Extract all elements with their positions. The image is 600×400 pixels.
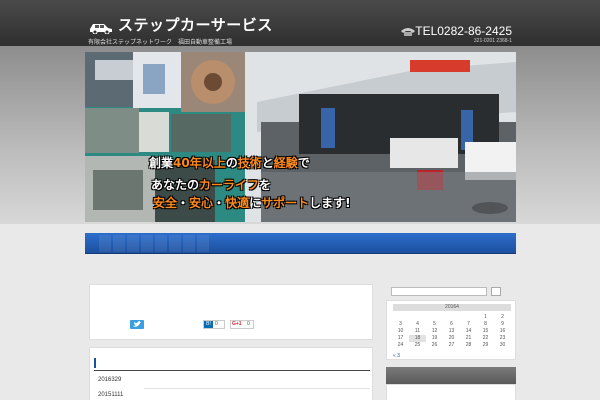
search-input[interactable] [391, 287, 487, 296]
calendar-day: 13 [448, 328, 455, 334]
calendar-day: 20 [448, 335, 455, 341]
calendar-day: 5 [433, 321, 436, 327]
calendar-day: 17 [397, 335, 404, 341]
sidebar-widget-header [386, 367, 516, 384]
divider [94, 370, 370, 371]
nav-item[interactable] [183, 235, 195, 252]
calendar-day: 29 [482, 342, 489, 348]
calendar-day: 10 [397, 328, 404, 334]
calendar-day: 11 [414, 328, 421, 334]
divider [144, 388, 370, 389]
calendar-day: 21 [465, 335, 472, 341]
site-header: ステップカーサービス 有限会社ステップネットワーク 福田自動車整備工場 TEL0… [0, 0, 600, 46]
phone-icon [401, 28, 415, 36]
postal-address: 321-0201 2368-1 [473, 38, 512, 44]
banner-catch-line2: あなたのカーライフを [151, 178, 272, 192]
calendar-day: 16 [499, 328, 506, 334]
calendar-day: 22 [482, 335, 489, 341]
calendar-day-today: 18 [409, 335, 426, 342]
sidebar-widget-body [386, 384, 516, 400]
nav-item[interactable] [99, 235, 111, 252]
calendar-week: 17 18 19 20 21 22 23 [392, 335, 514, 342]
hatena-bookmark-button[interactable]: B! 0 [203, 320, 225, 329]
nav-item[interactable] [113, 235, 125, 252]
calendar-day: 24 [397, 342, 404, 348]
banner-catch-line3: 安全・安心・快適にサポートします! [153, 196, 351, 210]
archive-link[interactable]: 2016329 [98, 377, 121, 383]
nav-item[interactable] [197, 235, 209, 252]
nav-item[interactable] [169, 235, 181, 252]
banner-catch-line1: 創業40年以上の技術と経験で [149, 156, 310, 170]
logo-subtitle: 有限会社ステップネットワーク 福田自動車整備工場 [88, 40, 233, 46]
calendar-day: 27 [448, 342, 455, 348]
calendar-day: 30 [499, 342, 506, 348]
gplus-count: 0 [247, 321, 250, 327]
archive-box: 2016329 20151111 [89, 347, 373, 400]
calendar-day: 12 [431, 328, 438, 334]
calendar-day: 6 [450, 321, 453, 327]
calendar-grid: 1 2 3 4 5 6 7 8 9 10 11 12 13 14 15 16 1… [392, 314, 514, 349]
calendar-week: 1 2 [392, 314, 514, 321]
calendar-day: 15 [482, 328, 489, 334]
phone-number[interactable]: TEL0282-86-2425 [415, 24, 512, 38]
nav-item[interactable] [127, 235, 139, 252]
nav-item[interactable] [141, 235, 153, 252]
calendar-day: 25 [414, 342, 421, 348]
calendar-week: 10 11 12 13 14 15 16 [392, 328, 514, 335]
gplus-label: G+1 [232, 321, 242, 327]
calendar-week: 3 4 5 6 7 8 9 [392, 321, 514, 328]
calendar-widget: 20164 1 2 3 4 5 6 7 8 9 10 11 12 13 14 1… [386, 300, 516, 360]
calendar-day: 8 [484, 321, 487, 327]
car-icon [90, 24, 112, 34]
twitter-bird-icon [133, 321, 141, 327]
calendar-day: 3 [399, 321, 402, 327]
calendar-day: 28 [465, 342, 472, 348]
calendar-prev-month-link[interactable]: « 3 [393, 353, 400, 359]
calendar-day: 23 [499, 335, 506, 341]
calendar-day: 1 [484, 314, 487, 320]
logo-title: ステップカーサービス [118, 16, 273, 34]
main-banner: 創業40年以上の技術と経験で あなたのカーライフを 安全・安心・快適にサポートし… [85, 52, 516, 222]
calendar-day: 2 [501, 314, 504, 320]
calendar-day: 19 [431, 335, 438, 341]
post-box: B! 0 G+1 0 [89, 284, 373, 340]
hatena-label: B! [204, 321, 213, 328]
calendar-day: 4 [416, 321, 419, 327]
nav-item[interactable] [155, 235, 167, 252]
section-heading-marker [94, 358, 96, 368]
calendar-day: 9 [501, 321, 504, 327]
global-nav [85, 233, 516, 254]
calendar-caption: 20164 [393, 304, 511, 311]
calendar-day: 7 [467, 321, 470, 327]
archive-link[interactable]: 20151111 [98, 392, 123, 398]
calendar-day: 14 [465, 328, 472, 334]
google-plus-button[interactable]: G+1 0 [230, 320, 254, 329]
calendar-week: 24 25 26 27 28 29 30 [392, 342, 514, 349]
tweet-button[interactable] [130, 320, 144, 329]
hatena-count: 0 [215, 321, 218, 327]
search-button[interactable] [491, 287, 501, 296]
calendar-day: 26 [431, 342, 438, 348]
